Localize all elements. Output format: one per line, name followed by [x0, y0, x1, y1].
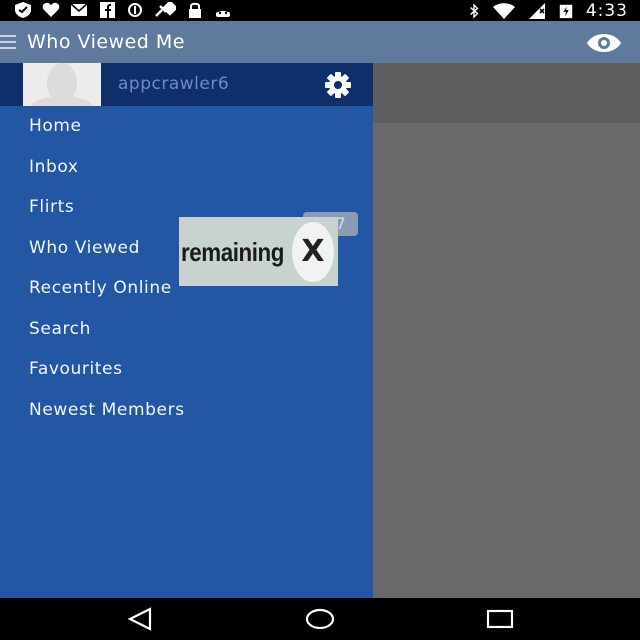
menu-item-newest-members[interactable]: Newest Members: [0, 390, 373, 431]
lock-icon: [189, 2, 201, 18]
drawer-header: appcrawler6: [0, 63, 373, 106]
circle-icon: [128, 3, 142, 17]
menu-item-favourites[interactable]: Favourites: [0, 349, 373, 390]
eye-icon[interactable]: [586, 32, 622, 54]
menu-item-search[interactable]: Search: [0, 309, 373, 350]
bluetooth-icon: [469, 2, 479, 19]
android-icon: [216, 10, 230, 17]
ad-text: remaining: [181, 237, 284, 267]
clock: 4:33: [585, 0, 628, 21]
facebook-icon: [100, 2, 115, 18]
menu-item-inbox[interactable]: Inbox: [0, 147, 373, 188]
gear-icon[interactable]: [322, 71, 354, 99]
avatar-silhouette-icon: [23, 63, 101, 106]
heart-icon: [42, 2, 60, 18]
ad-overlay[interactable]: remaining X: [179, 217, 338, 286]
mail-icon: [70, 3, 88, 16]
close-button[interactable]: X: [292, 222, 334, 282]
avatar[interactable]: [23, 63, 101, 106]
home-icon[interactable]: [305, 607, 335, 631]
shield-icon: [15, 2, 31, 18]
navigation-drawer: appcrawler6 Home Inbox Flirts Who Viewed…: [0, 63, 373, 598]
menu-item-home[interactable]: Home: [0, 106, 373, 147]
action-bar: Who Viewed Me: [0, 21, 640, 63]
battery-icon: [559, 4, 573, 18]
username: appcrawler6: [118, 74, 230, 94]
system-nav-bar: [0, 598, 640, 640]
satellite-icon: [155, 2, 176, 17]
content-header-band: [373, 63, 640, 123]
wifi-icon: [492, 2, 515, 19]
hamburger-icon[interactable]: [0, 35, 16, 49]
recents-icon[interactable]: [485, 607, 515, 631]
no-sim-icon: [528, 2, 545, 19]
back-icon[interactable]: [126, 607, 156, 631]
page-title: Who Viewed Me: [27, 31, 185, 53]
status-bar: 4:33: [0, 0, 640, 21]
